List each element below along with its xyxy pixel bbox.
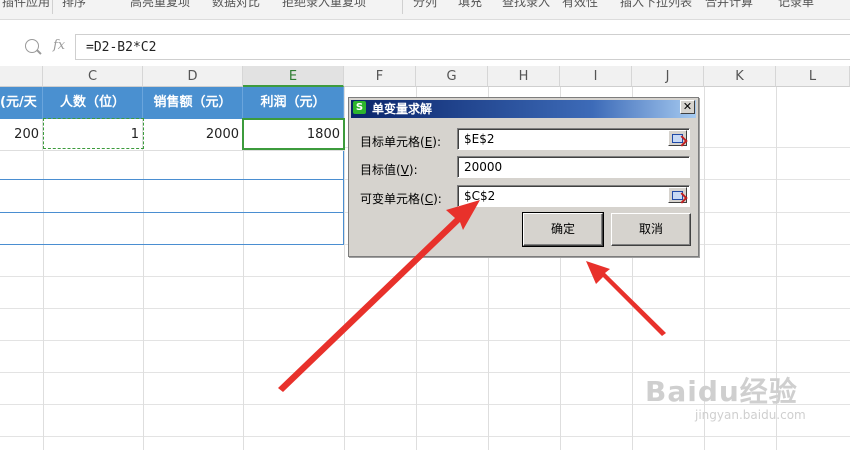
watermark-logo: Baidu经验: [645, 375, 798, 408]
watermark-url: jingyan.baidu.com: [695, 408, 806, 422]
red-arrow-to-dialog-buttons: [586, 261, 666, 336]
red-arrow-to-changing-cell: [278, 200, 480, 392]
baidu-watermark: Baidu经验 jingyan.baidu.com: [645, 370, 806, 422]
